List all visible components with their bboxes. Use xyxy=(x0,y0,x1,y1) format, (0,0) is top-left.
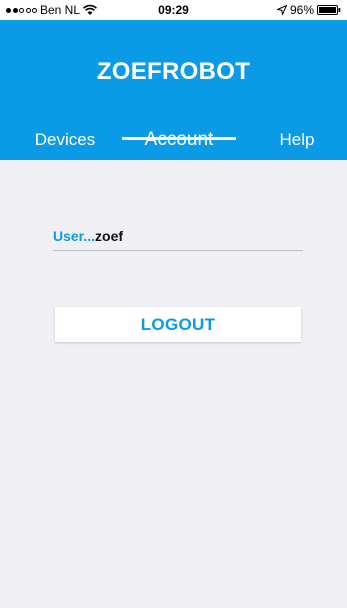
active-tab-indicator xyxy=(122,137,236,140)
logout-button[interactable]: LOGOUT xyxy=(55,307,301,342)
battery-percent: 96% xyxy=(289,3,314,17)
tab-account[interactable]: Account xyxy=(122,125,236,160)
status-right: 96% xyxy=(276,0,341,20)
tab-bar: Devices Account Help xyxy=(0,125,347,160)
location-arrow-icon xyxy=(276,5,287,15)
battery-icon xyxy=(317,5,341,15)
tab-devices[interactable]: Devices xyxy=(20,125,110,160)
tab-help[interactable]: Help xyxy=(262,125,332,160)
app-screen: Ben NL 09:29 96% ZOEFROBOT Devices Accou… xyxy=(0,0,347,608)
user-field: User...zoef xyxy=(53,227,303,251)
app-title: ZOEFROBOT xyxy=(96,58,251,85)
user-label: User... xyxy=(53,228,96,244)
user-value: zoef xyxy=(95,228,124,244)
status-bar: Ben NL 09:29 96% xyxy=(0,0,347,20)
